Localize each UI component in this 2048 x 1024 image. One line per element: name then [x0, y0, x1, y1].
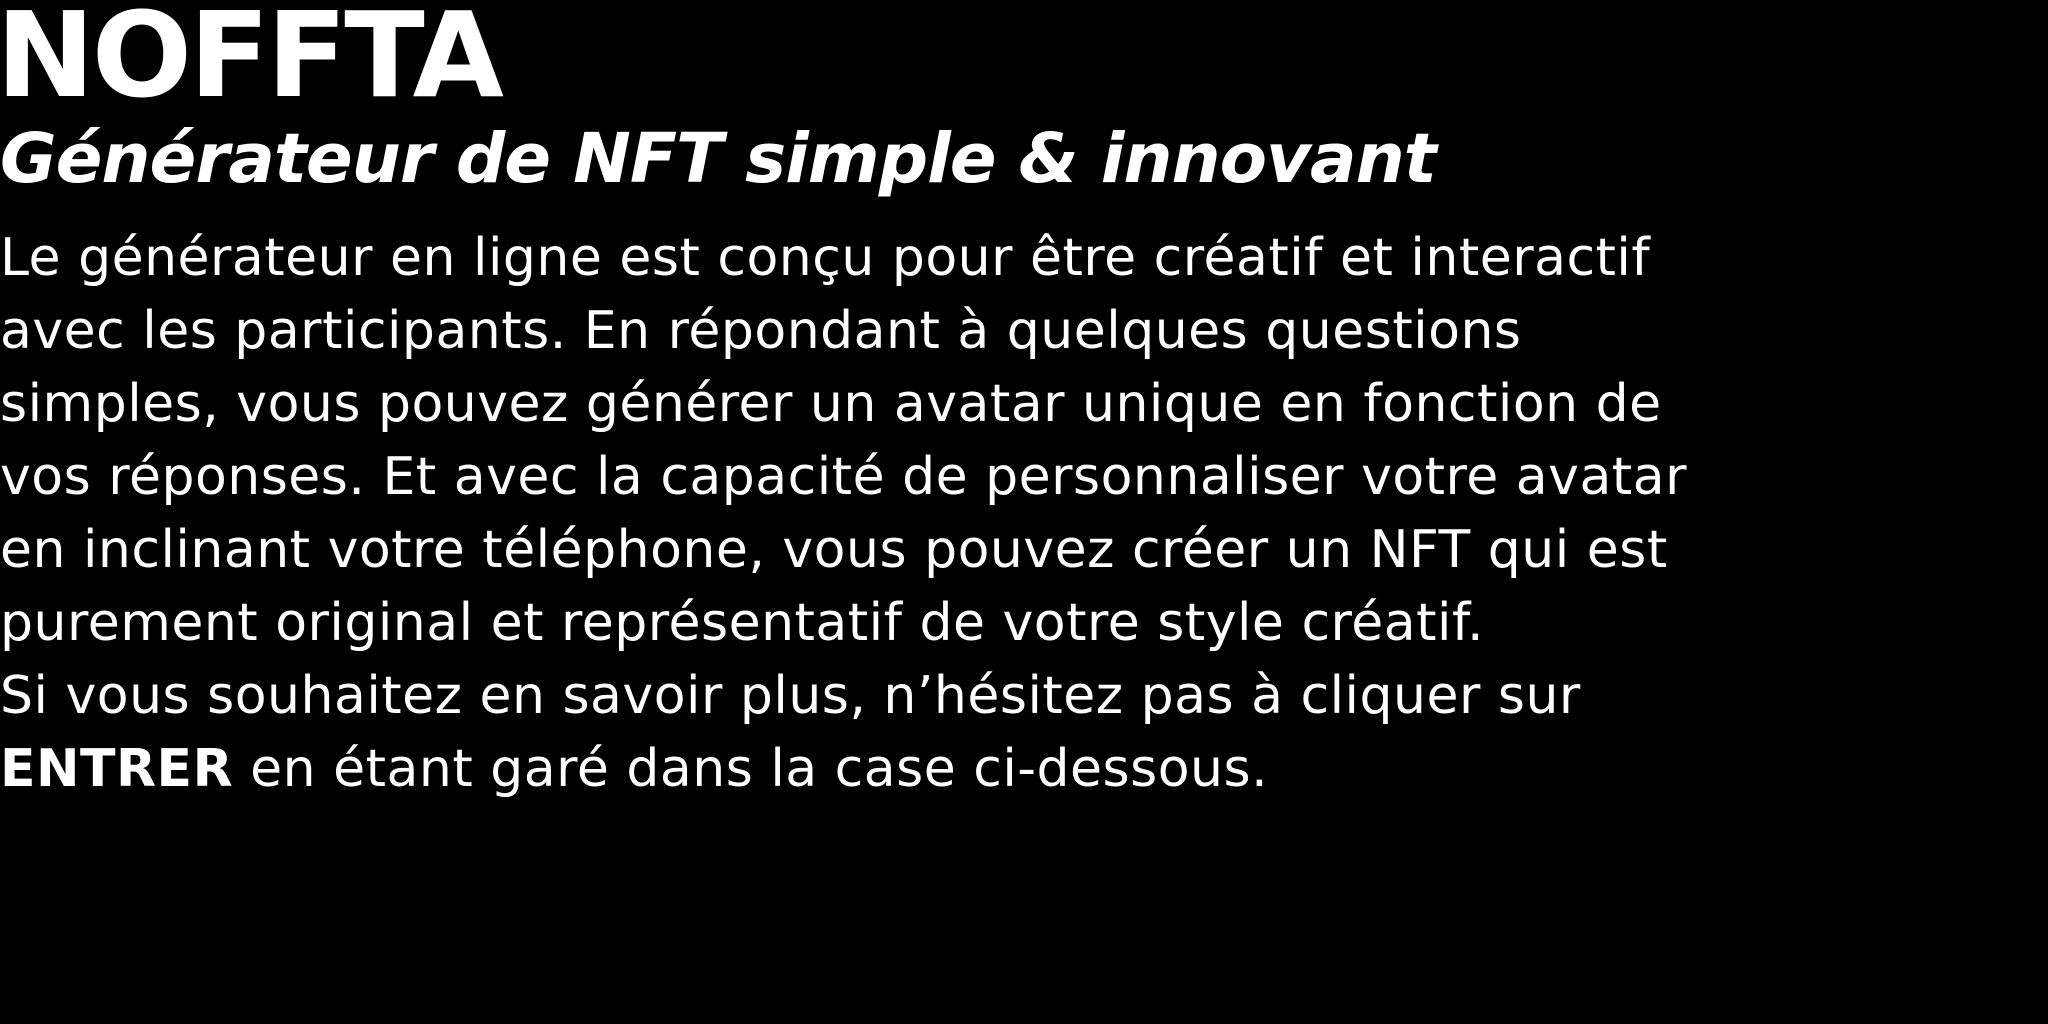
page-title: NOFFTA — [0, 0, 504, 124]
description-line: vos réponses. Et avec la capacité de per… — [0, 447, 1687, 507]
description-last-line: ENTRER en étant garé dans la case ci-des… — [0, 733, 1960, 806]
description-text: Le générateur en ligne est conçu pour êt… — [0, 222, 1960, 806]
page-subtitle: Générateur de NFT simple & innovant — [0, 119, 1437, 199]
description-line: Si vous souhaitez en savoir plus, n’hési… — [0, 666, 1581, 726]
description-line: simples, vous pouvez générer un avatar u… — [0, 374, 1662, 434]
landing-page: NOFFTA Générateur de NFT simple & innova… — [0, 0, 2048, 1024]
description-line: en inclinant votre téléphone, vous pouve… — [0, 520, 1668, 580]
enter-keyword: ENTRER — [0, 739, 234, 799]
description-line: avec les participants. En répondant à qu… — [0, 301, 1522, 361]
description-line: purement original et représentatif de vo… — [0, 593, 1485, 653]
description-last-line-text: en étant garé dans la case ci-dessous. — [233, 739, 1269, 799]
description-line: Le générateur en ligne est conçu pour êt… — [0, 228, 1651, 288]
